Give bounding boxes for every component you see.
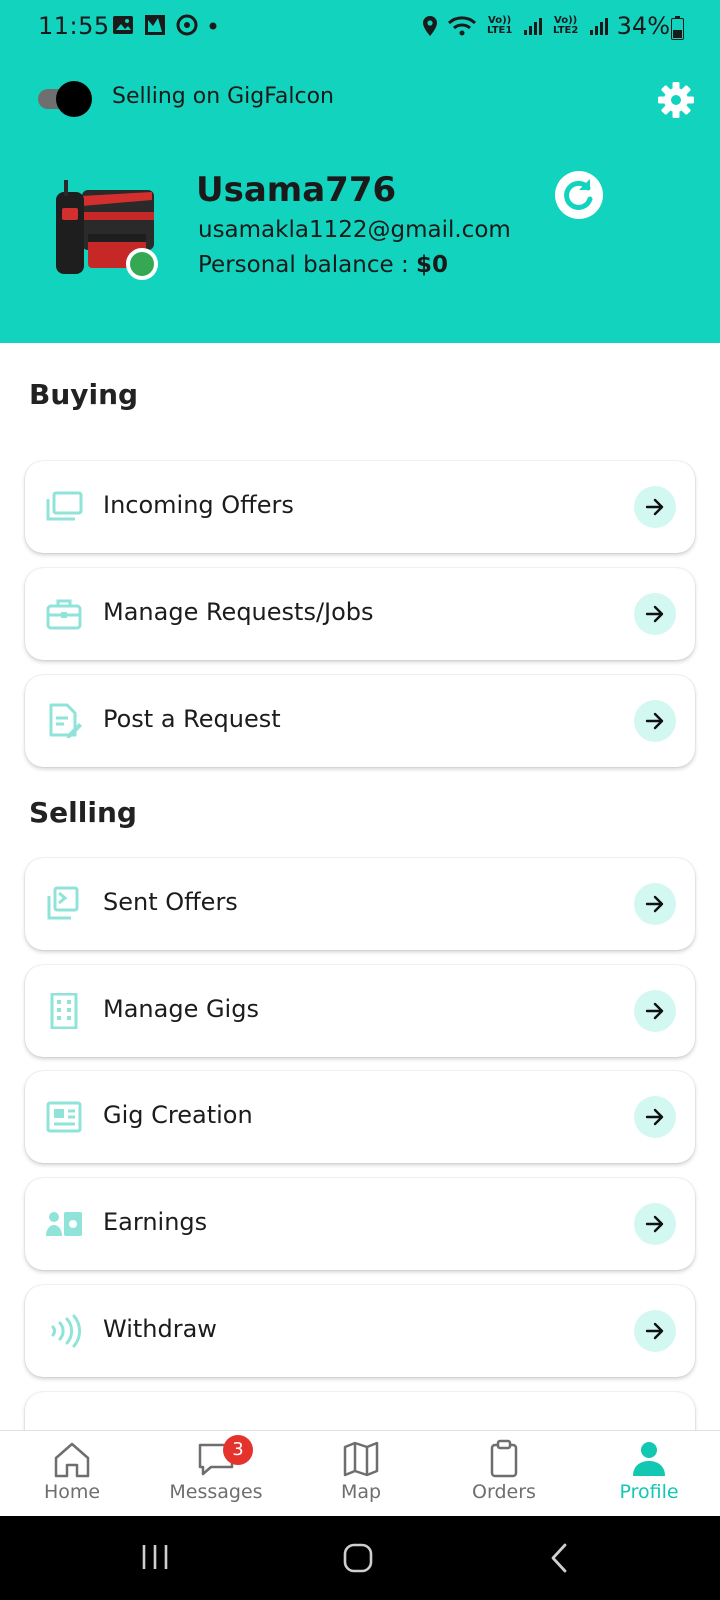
system-icons: Vo)) LTE1 Vo)) LTE2 34% bbox=[421, 12, 670, 40]
nav-label: Profile bbox=[619, 1481, 679, 1503]
refresh-icon bbox=[555, 171, 603, 219]
home-icon bbox=[54, 1442, 90, 1478]
sync-icon bbox=[176, 14, 198, 36]
battery-percent: 34% bbox=[616, 12, 670, 40]
send-icon bbox=[47, 886, 79, 920]
unread-badge: 3 bbox=[223, 1435, 253, 1465]
offers-icon bbox=[46, 491, 83, 521]
person-icon bbox=[633, 1442, 665, 1476]
menu-item-manage-gigs[interactable]: Manage Gigs bbox=[25, 965, 695, 1057]
map-icon bbox=[343, 1441, 379, 1477]
menu-item-label: Manage Requests/Jobs bbox=[103, 598, 374, 626]
signal-icon bbox=[589, 18, 608, 35]
personal-balance: Personal balance : $0 bbox=[198, 252, 448, 278]
lte1-indicator: Vo)) LTE1 bbox=[486, 15, 513, 36]
nav-home[interactable]: Home bbox=[7, 1431, 137, 1517]
selling-section-title: Selling bbox=[29, 796, 137, 829]
online-status-indicator bbox=[126, 248, 158, 280]
menu-item-label: Earnings bbox=[103, 1208, 208, 1236]
nav-label: Home bbox=[43, 1481, 101, 1503]
news-card-icon bbox=[46, 1101, 82, 1133]
app-icon bbox=[145, 15, 165, 35]
menu-item-incoming-offers[interactable]: Incoming Offers bbox=[25, 461, 695, 553]
menu-item-earnings[interactable]: Earnings bbox=[25, 1178, 695, 1270]
balance-label: Personal balance : bbox=[198, 252, 409, 278]
clipboard-icon bbox=[490, 1439, 518, 1478]
menu-item-manage-requests[interactable]: Manage Requests/Jobs bbox=[25, 568, 695, 660]
menu-item-label: Sent Offers bbox=[103, 888, 238, 916]
nav-orders[interactable]: Orders bbox=[439, 1431, 569, 1517]
balance-value: $0 bbox=[416, 252, 449, 278]
menu-item-label: Post a Request bbox=[103, 705, 281, 733]
wifi-icon bbox=[447, 16, 476, 36]
menu-item-withdraw[interactable]: Withdraw bbox=[25, 1285, 695, 1377]
building-icon bbox=[50, 993, 78, 1029]
arrow-right-icon bbox=[634, 883, 676, 925]
status-time: 11:55 bbox=[38, 12, 110, 40]
menu-item-label: Incoming Offers bbox=[103, 491, 294, 519]
refresh-button[interactable] bbox=[554, 170, 604, 220]
arrow-right-icon bbox=[634, 700, 676, 742]
arrow-right-icon bbox=[634, 593, 676, 635]
nav-profile[interactable]: Profile bbox=[584, 1431, 714, 1517]
nav-label: Orders bbox=[472, 1481, 536, 1503]
arrow-right-icon bbox=[634, 1096, 676, 1138]
location-icon bbox=[422, 16, 437, 36]
menu-item-label: Gig Creation bbox=[103, 1101, 253, 1129]
selling-toggle-label: Selling on GigFalcon bbox=[112, 84, 334, 109]
menu-item-post-request[interactable]: Post a Request bbox=[25, 675, 695, 767]
bottom-navigation: Home 3 Messages Map Orders Profile bbox=[0, 1430, 720, 1516]
nav-map[interactable]: Map bbox=[296, 1431, 426, 1517]
menu-item-gig-creation[interactable]: Gig Creation bbox=[25, 1071, 695, 1163]
arrow-right-icon bbox=[634, 486, 676, 528]
recent-apps-icon[interactable] bbox=[140, 1542, 170, 1572]
menu-item-label: Withdraw bbox=[103, 1315, 217, 1343]
arrow-right-icon bbox=[634, 1203, 676, 1245]
nav-messages[interactable]: 3 Messages bbox=[151, 1431, 281, 1517]
dot-icon bbox=[209, 22, 217, 30]
nav-label: Messages bbox=[169, 1481, 263, 1503]
arrow-right-icon bbox=[634, 990, 676, 1032]
notification-icons bbox=[112, 14, 218, 36]
signal-icon bbox=[523, 18, 542, 35]
user-email: usamakla1122@gmail.com bbox=[198, 217, 511, 243]
lte2-indicator: Vo)) LTE2 bbox=[552, 15, 579, 36]
gallery-icon bbox=[113, 16, 133, 34]
toggle-knob bbox=[56, 81, 92, 117]
status-bar: 11:55 Vo)) LTE1 Vo)) LTE2 34% bbox=[0, 0, 720, 56]
selling-toggle[interactable] bbox=[38, 81, 92, 117]
profile-header: 11:55 Vo)) LTE1 Vo)) LTE2 34% Selling on… bbox=[0, 0, 720, 343]
menu-item-label: Manage Gigs bbox=[103, 995, 259, 1023]
gear-icon bbox=[658, 82, 694, 118]
contactless-icon bbox=[51, 1314, 81, 1348]
briefcase-icon bbox=[46, 599, 82, 630]
nav-label: Map bbox=[340, 1481, 382, 1503]
back-icon[interactable] bbox=[548, 1542, 570, 1574]
home-button-icon[interactable] bbox=[342, 1542, 374, 1574]
battery-icon bbox=[671, 16, 684, 40]
arrow-right-icon bbox=[634, 1310, 676, 1352]
edit-document-icon bbox=[49, 703, 82, 738]
buying-section-title: Buying bbox=[29, 378, 139, 411]
menu-item-sent-offers[interactable]: Sent Offers bbox=[25, 858, 695, 950]
settings-button[interactable] bbox=[656, 80, 696, 120]
earnings-icon bbox=[46, 1212, 82, 1236]
system-navigation-bar bbox=[0, 1516, 720, 1600]
username: Usama776 bbox=[196, 170, 397, 210]
